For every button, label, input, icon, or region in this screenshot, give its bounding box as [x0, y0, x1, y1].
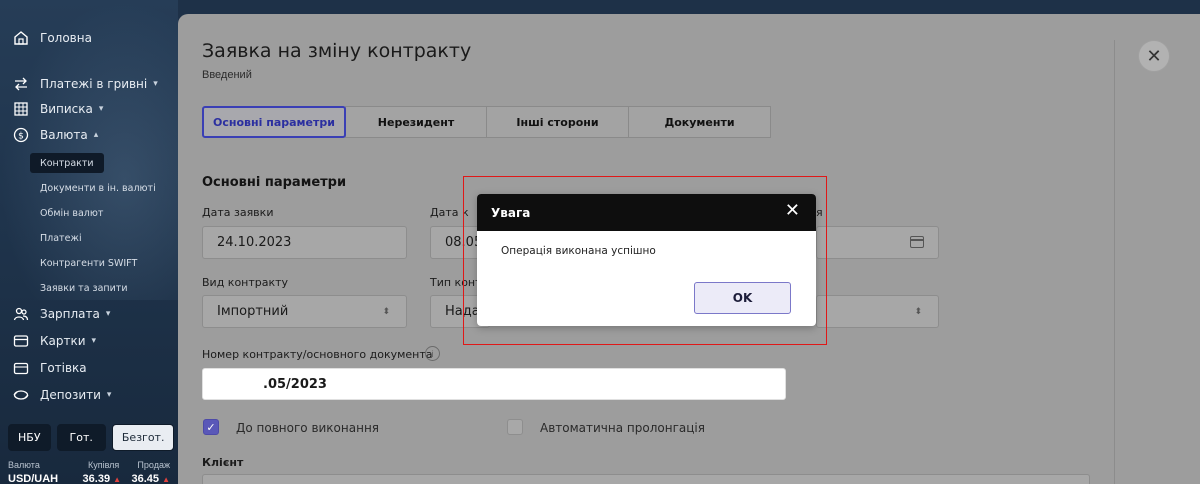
- close-icon: ✕: [1146, 45, 1162, 66]
- rate-header-sell: Продаж: [137, 460, 170, 470]
- svg-text:$: $: [18, 132, 24, 142]
- nav-payments-uah[interactable]: Платежі в гривні ▾: [12, 73, 158, 95]
- dialog-close-button[interactable]: ✕: [785, 202, 800, 220]
- client-label: Клієнт: [202, 456, 244, 469]
- rate-header-buy: Купівля: [87, 460, 120, 470]
- client-field[interactable]: [202, 474, 1090, 484]
- status-label: Введений: [202, 69, 252, 81]
- full-execution-checkbox[interactable]: ✓: [203, 419, 219, 435]
- transfer-icon: [12, 75, 30, 93]
- trend-up-icon: ▲: [162, 475, 170, 484]
- nav-salary[interactable]: Зарплата ▾: [12, 303, 110, 325]
- rate-row-usd: USD/UAH 36.39 ▲ 36.45 ▲: [8, 473, 170, 484]
- tab-nonresident[interactable]: Нерезидент: [345, 106, 487, 138]
- select-arrows-icon: ⬍: [382, 306, 390, 317]
- full-execution-label: До повного виконання: [236, 421, 380, 435]
- rate-tab-cash[interactable]: Гот.: [56, 424, 106, 451]
- chevron-up-icon: ▴: [93, 130, 99, 140]
- nav-statement[interactable]: Виписка ▾: [12, 98, 103, 120]
- rate-header-currency: Валюта: [8, 460, 40, 470]
- dialog-header: Увага ✕: [477, 194, 816, 231]
- tab-bar: Основні параметри Нерезидент Інші сторон…: [202, 106, 771, 138]
- rate-table-header: Валюта Купівля Продаж: [8, 460, 170, 470]
- request-date-field[interactable]: 24.10.2023: [202, 226, 407, 259]
- check-icon: ✓: [206, 421, 216, 434]
- dialog-title: Увага: [491, 205, 531, 220]
- rate-tab-noncash[interactable]: Безгот.: [111, 424, 175, 451]
- rate-sell: 36.45: [131, 473, 160, 484]
- info-icon[interactable]: i: [425, 346, 440, 361]
- trend-up-icon: ▲: [113, 475, 122, 484]
- sidebar-item-contracts[interactable]: Контракти: [30, 153, 104, 173]
- contract-kind-value: Імпортний: [217, 304, 289, 319]
- calendar-icon: [910, 236, 924, 248]
- chevron-down-icon: ▾: [106, 390, 112, 400]
- sidebar-item-requests[interactable]: Заявки та запити: [28, 278, 140, 298]
- sidebar-item-exchange[interactable]: Обмін валют: [28, 203, 115, 223]
- contract-kind-select[interactable]: Імпортний ⬍: [202, 295, 407, 328]
- tab-documents[interactable]: Документи: [628, 106, 771, 138]
- home-icon: [12, 29, 30, 47]
- chevron-down-icon: ▾: [153, 79, 158, 89]
- auto-prolongation-checkbox[interactable]: [507, 419, 523, 435]
- page-title: Заявка на зміну контракту: [202, 40, 472, 62]
- section-title: Основні параметри: [202, 175, 347, 190]
- chevron-down-icon: ▾: [98, 104, 104, 114]
- ok-button[interactable]: OK: [694, 282, 791, 314]
- contract-number-label: Номер контракту/основного документа: [202, 348, 433, 361]
- chevron-down-icon: ▾: [91, 336, 97, 346]
- dollar-icon: $: [12, 126, 30, 144]
- tab-main-params[interactable]: Основні параметри: [202, 106, 346, 138]
- contract-number-input[interactable]: .05/2023: [202, 368, 786, 400]
- rate-buy: 36.39: [82, 473, 111, 484]
- nav-cards[interactable]: Картки ▾: [12, 330, 96, 352]
- people-icon: [12, 305, 30, 323]
- select-arrows-icon: ⬍: [914, 306, 922, 317]
- close-panel-button[interactable]: ✕: [1138, 40, 1170, 72]
- nav-cash[interactable]: Готівка: [12, 357, 87, 379]
- sidebar-item-swift[interactable]: Контрагенти SWIFT: [28, 253, 149, 273]
- sidebar-item-fx-documents[interactable]: Документи в ін. валюті: [28, 178, 168, 198]
- chevron-down-icon: ▾: [105, 309, 111, 319]
- auto-prolongation-label: Автоматична пролонгація: [540, 421, 705, 435]
- request-date-label: Дата заявки: [202, 206, 274, 219]
- sidebar: Головна Платежі в гривні ▾ Виписка ▾ $ В…: [0, 0, 178, 484]
- nav-currency[interactable]: $ Валюта ▴: [12, 124, 98, 146]
- deposit-icon: [12, 386, 30, 404]
- table-icon: [12, 100, 30, 118]
- nav-deposits[interactable]: Депозити ▾: [12, 384, 111, 406]
- tab-other-parties[interactable]: Інші сторони: [486, 106, 629, 138]
- third-select[interactable]: ⬍: [816, 295, 939, 328]
- sidebar-item-payments[interactable]: Платежі: [28, 228, 94, 248]
- contract-kind-label: Вид контракту: [202, 276, 289, 289]
- rate-tab-nbu[interactable]: НБУ: [8, 424, 51, 451]
- alert-dialog: Увага ✕ Операція виконана успішно OK: [477, 194, 816, 326]
- close-icon: ✕: [784, 200, 800, 221]
- rate-type-tabs: НБУ Гот. Безгот.: [8, 424, 175, 451]
- rate-pair: USD/UAH: [8, 473, 59, 484]
- panel-divider: [1114, 40, 1115, 484]
- dialog-message: Операція виконана успішно: [501, 245, 656, 257]
- wallet-icon: [12, 359, 30, 377]
- nav-home[interactable]: Головна: [12, 27, 92, 49]
- card-icon: [12, 332, 30, 350]
- third-date-field[interactable]: [816, 226, 939, 259]
